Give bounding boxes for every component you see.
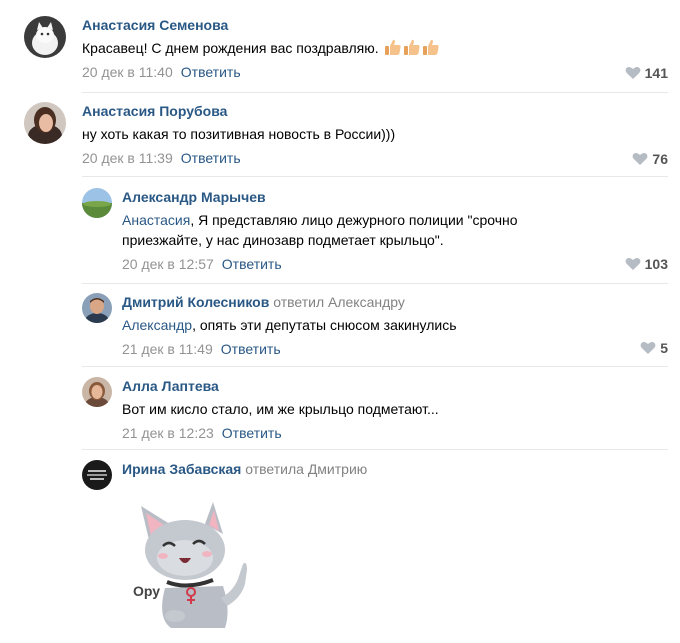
- reply-button[interactable]: Ответить: [181, 64, 241, 80]
- replied-to[interactable]: ответил Александру: [273, 294, 405, 310]
- heart-icon: [625, 257, 641, 270]
- comment-date[interactable]: 21 дек в 12:23: [122, 425, 214, 441]
- avatar[interactable]: [82, 377, 112, 407]
- comment-author[interactable]: Дмитрий Колесников: [122, 294, 269, 310]
- reply-item: Александр Марычев Анастасия, Я представл…: [82, 188, 668, 274]
- reply-item: Ирина Забавская ответила Дмитрию: [82, 460, 668, 490]
- divider: [82, 92, 668, 93]
- comment-text: Александр, опять эти депутаты снюсом зак…: [122, 317, 457, 333]
- like-button[interactable]: 5: [640, 339, 668, 357]
- thumbs-up-emoji-group: [383, 39, 440, 56]
- comment-date[interactable]: 20 дек в 12:57: [122, 256, 214, 272]
- reply-item: Алла Лаптева Вот им кисло стало, им же к…: [82, 377, 668, 443]
- comment-author[interactable]: Ирина Забавская: [122, 461, 241, 477]
- avatar[interactable]: [82, 293, 112, 323]
- heart-icon: [632, 152, 648, 165]
- heart-icon: [640, 341, 656, 354]
- reply-button[interactable]: Ответить: [181, 150, 241, 166]
- like-button[interactable]: 103: [625, 255, 668, 273]
- mention-link[interactable]: Александр: [122, 317, 192, 333]
- comment-item: Анастасия Семенова Красавец! С днем рожд…: [24, 16, 668, 86]
- like-count: 76: [652, 151, 668, 167]
- comment-text: Анастасия, Я представляю лицо дежурного …: [122, 212, 518, 248]
- avatar[interactable]: [24, 102, 66, 144]
- like-count: 103: [644, 256, 668, 272]
- comment-date[interactable]: 20 дек в 11:39: [82, 150, 173, 166]
- like-button[interactable]: 76: [632, 150, 668, 168]
- replied-to[interactable]: ответила Дмитрию: [245, 461, 367, 477]
- avatar[interactable]: [24, 16, 66, 58]
- reply-item: Дмитрий Колесников ответил Александру Ал…: [82, 293, 668, 359]
- avatar[interactable]: [82, 460, 112, 490]
- like-count: 141: [644, 65, 668, 81]
- avatar[interactable]: [82, 188, 112, 218]
- comment-author[interactable]: Александр Марычев: [122, 189, 266, 205]
- comment-date[interactable]: 21 дек в 11:49: [122, 341, 213, 357]
- comment-date[interactable]: 20 дек в 11:40: [82, 64, 173, 80]
- divider: [82, 176, 668, 177]
- reply-button[interactable]: Ответить: [222, 256, 282, 272]
- divider: [82, 449, 668, 450]
- comment-text: ну хоть какая то позитивная новость в Ро…: [82, 126, 396, 142]
- reply-button[interactable]: Ответить: [222, 425, 282, 441]
- thumbs-up-icon: [403, 39, 420, 55]
- comment-text: Красавец! С днем рождения вас поздравляю…: [82, 38, 668, 58]
- comment-item: Анастасия Порубова ну хоть какая то пози…: [24, 102, 668, 172]
- like-count: 5: [660, 340, 668, 356]
- comment-author[interactable]: Анастасия Семенова: [82, 17, 228, 33]
- cat-sticker[interactable]: Ору: [127, 498, 267, 633]
- sticker-caption: Ору: [133, 583, 160, 599]
- thumbs-up-icon: [384, 39, 401, 55]
- reply-button[interactable]: Ответить: [221, 341, 281, 357]
- comment-text: Вот им кисло стало, им же крыльцо подмет…: [122, 401, 439, 417]
- comment-author[interactable]: Анастасия Порубова: [82, 103, 227, 119]
- divider: [82, 366, 668, 367]
- comments-feed: Анастасия Семенова Красавец! С днем рожд…: [12, 0, 668, 643]
- divider: [82, 283, 668, 284]
- heart-icon: [625, 66, 641, 79]
- like-button[interactable]: 141: [625, 64, 668, 82]
- mention-link[interactable]: Анастасия: [122, 212, 190, 228]
- comment-author[interactable]: Алла Лаптева: [122, 378, 219, 394]
- thumbs-up-icon: [422, 39, 439, 55]
